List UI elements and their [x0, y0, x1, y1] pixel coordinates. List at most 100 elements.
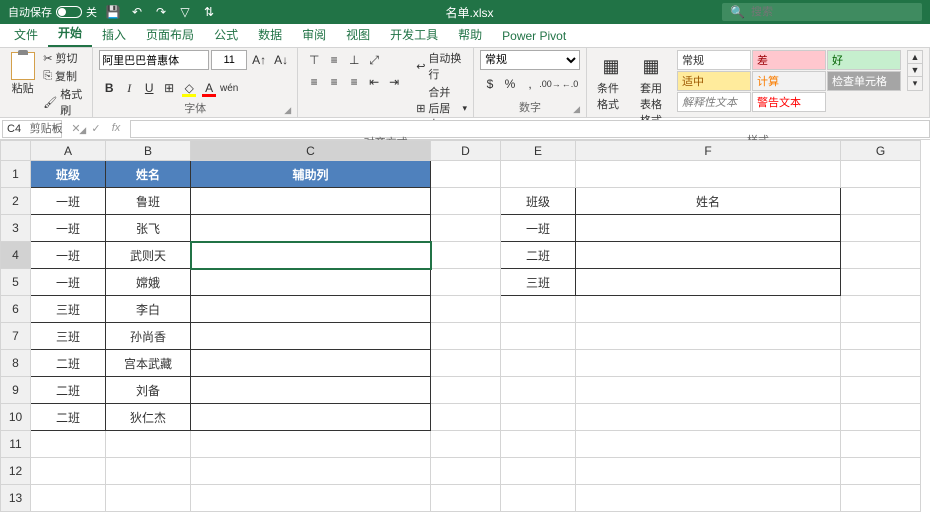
percent-button[interactable]: %	[500, 74, 520, 94]
border-button[interactable]: ⊞	[159, 78, 179, 98]
row-header[interactable]: 4	[1, 242, 31, 269]
style-warn[interactable]: 警告文本	[752, 92, 826, 112]
cell[interactable]	[431, 188, 501, 215]
cell[interactable]: 三班	[501, 269, 576, 296]
cell[interactable]	[841, 431, 921, 458]
wrap-text-button[interactable]: ↩自动换行	[416, 50, 467, 82]
cell[interactable]	[191, 458, 431, 485]
cell[interactable]	[841, 242, 921, 269]
col-header[interactable]: F	[576, 141, 841, 161]
cell[interactable]	[576, 323, 841, 350]
cell[interactable]	[841, 350, 921, 377]
tab-file[interactable]: 文件	[4, 22, 48, 47]
cell[interactable]	[841, 296, 921, 323]
row-header[interactable]: 9	[1, 377, 31, 404]
cell-active[interactable]	[191, 242, 431, 269]
cell[interactable]	[841, 161, 921, 188]
phonetic-button[interactable]: wén	[219, 78, 239, 98]
align-bottom-button[interactable]: ⊥	[344, 50, 364, 70]
cell[interactable]: 狄仁杰	[106, 404, 191, 431]
redo-icon[interactable]: ↷	[153, 4, 169, 20]
cell[interactable]: 三班	[31, 323, 106, 350]
cell[interactable]	[431, 323, 501, 350]
col-header[interactable]: C	[191, 141, 431, 161]
align-center-button[interactable]: ≡	[324, 72, 344, 92]
cell[interactable]	[106, 431, 191, 458]
cell[interactable]: 武则天	[106, 242, 191, 269]
orientation-button[interactable]: ⤢	[364, 50, 384, 70]
tab-formulas[interactable]: 公式	[204, 22, 248, 47]
decrease-font-button[interactable]: A↓	[271, 50, 291, 70]
cell[interactable]: 刘备	[106, 377, 191, 404]
save-icon[interactable]: 💾	[105, 4, 121, 20]
cell[interactable]	[431, 161, 501, 188]
cell[interactable]: 一班	[31, 215, 106, 242]
cell[interactable]: 三班	[31, 296, 106, 323]
col-header[interactable]: D	[431, 141, 501, 161]
cell[interactable]	[431, 296, 501, 323]
tab-developer[interactable]: 开发工具	[380, 22, 448, 47]
font-color-button[interactable]: A	[199, 78, 219, 98]
col-header[interactable]: E	[501, 141, 576, 161]
cell[interactable]	[191, 350, 431, 377]
col-header[interactable]: B	[106, 141, 191, 161]
cell[interactable]: 李白	[106, 296, 191, 323]
cell[interactable]: 一班	[501, 215, 576, 242]
cell[interactable]	[191, 377, 431, 404]
row-header[interactable]: 1	[1, 161, 31, 188]
cell[interactable]	[31, 485, 106, 512]
cell[interactable]	[501, 431, 576, 458]
cell[interactable]: 姓名	[106, 161, 191, 188]
cell[interactable]	[576, 350, 841, 377]
cell[interactable]	[841, 404, 921, 431]
cell[interactable]: 二班	[31, 350, 106, 377]
row-header[interactable]: 5	[1, 269, 31, 296]
style-neutral[interactable]: 适中	[677, 71, 751, 91]
autosave-toggle[interactable]: 自动保存 关	[8, 4, 97, 20]
cell[interactable]	[576, 296, 841, 323]
cut-button[interactable]: ✂剪切	[43, 50, 86, 66]
paste-button[interactable]: 粘贴	[6, 50, 39, 98]
cell[interactable]	[576, 242, 841, 269]
format-painter-button[interactable]: 🖌格式刷	[43, 86, 86, 118]
cell[interactable]	[191, 404, 431, 431]
cell[interactable]: 班级	[501, 188, 576, 215]
tab-pagelayout[interactable]: 页面布局	[136, 22, 204, 47]
cell[interactable]	[191, 485, 431, 512]
cell[interactable]: 张飞	[106, 215, 191, 242]
scroll-up-button[interactable]: ▲	[908, 51, 922, 64]
accounting-button[interactable]: $	[480, 74, 500, 94]
cell[interactable]	[431, 215, 501, 242]
cell[interactable]	[576, 404, 841, 431]
decrease-indent-button[interactable]: ⇤	[364, 72, 384, 92]
row-header[interactable]: 10	[1, 404, 31, 431]
cell[interactable]	[841, 323, 921, 350]
increase-indent-button[interactable]: ⇥	[384, 72, 404, 92]
cell[interactable]	[501, 296, 576, 323]
bold-button[interactable]: B	[99, 78, 119, 98]
cell[interactable]	[841, 485, 921, 512]
cell[interactable]	[191, 215, 431, 242]
scroll-down-button[interactable]: ▼	[908, 64, 922, 77]
align-top-button[interactable]: ⊤	[304, 50, 324, 70]
tab-view[interactable]: 视图	[336, 22, 380, 47]
dialog-launcher-icon[interactable]: ◢	[284, 105, 291, 116]
cell[interactable]: 一班	[31, 242, 106, 269]
row-header[interactable]: 11	[1, 431, 31, 458]
copy-button[interactable]: ⎘复制	[43, 68, 86, 84]
tab-data[interactable]: 数据	[248, 22, 292, 47]
cell[interactable]: 二班	[31, 404, 106, 431]
cell[interactable]	[191, 323, 431, 350]
worksheet[interactable]: A B C D E F G 1 班级 姓名 辅助列 2 一班 鲁班 班级 姓名 …	[0, 140, 930, 512]
cell[interactable]	[431, 350, 501, 377]
cell[interactable]	[31, 431, 106, 458]
cell[interactable]	[106, 458, 191, 485]
align-left-button[interactable]: ≡	[304, 72, 324, 92]
cell[interactable]	[191, 269, 431, 296]
row-header[interactable]: 8	[1, 350, 31, 377]
cell[interactable]: 宫本武藏	[106, 350, 191, 377]
filter-icon[interactable]: ▽	[177, 4, 193, 20]
cell[interactable]: 鲁班	[106, 188, 191, 215]
cell[interactable]	[576, 161, 841, 188]
search-box[interactable]: 🔍	[722, 3, 922, 21]
